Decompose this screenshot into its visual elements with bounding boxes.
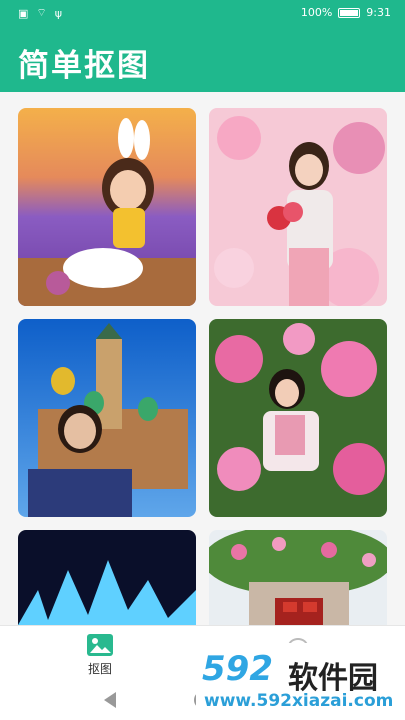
watermark-url: www.592xiazai.com — [204, 691, 394, 711]
nav-item-label: 抠图 — [87, 662, 112, 676]
battery-percent: 100% — [300, 6, 333, 19]
template-grid — [0, 92, 405, 625]
app-bar: 简单抠图 — [0, 26, 405, 92]
thumbnail-image — [209, 319, 387, 517]
clock: 9:31 — [366, 6, 391, 19]
thumbnail-image — [18, 108, 196, 306]
template-card-flower-gate[interactable] — [209, 530, 387, 625]
watermark: 592 软件园 www.592xiazai.com — [196, 643, 401, 718]
thumbnail-image — [18, 530, 196, 625]
battery-icon — [338, 7, 361, 18]
status-bar: ▣ ⌔ ψ 100% 9:31 — [0, 0, 405, 26]
template-card-church[interactable] — [18, 319, 196, 517]
back-icon[interactable] — [104, 692, 116, 708]
image-icon — [87, 634, 113, 656]
watermark-number: 592 — [202, 649, 273, 689]
thumbnail-image — [209, 530, 387, 625]
wifi-icon: ⌔ — [36, 6, 47, 19]
thumbnail-image — [209, 108, 387, 306]
template-card-girl-lavender[interactable] — [18, 108, 196, 306]
thumbnail-image — [18, 319, 196, 517]
page-title: 简单抠图 — [18, 48, 150, 84]
template-card-woman-lilies[interactable] — [209, 319, 387, 517]
nav-item-cutout[interactable]: 抠图 — [72, 634, 128, 677]
template-card-ice-castle[interactable] — [18, 530, 196, 625]
template-card-woman-roses[interactable] — [209, 108, 387, 306]
notification-icon: ▣ — [18, 6, 29, 20]
usb-icon: ψ — [54, 6, 63, 20]
